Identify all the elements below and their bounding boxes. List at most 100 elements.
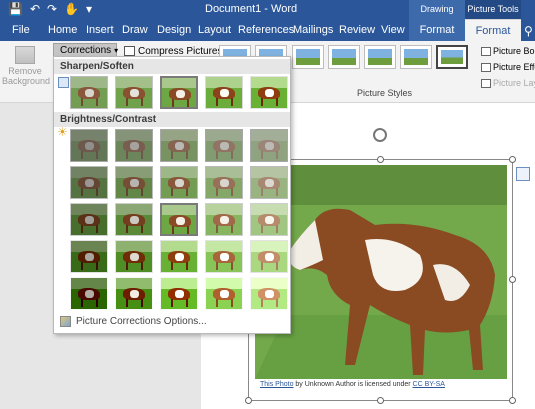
layout-options-icon[interactable] xyxy=(516,167,530,181)
picture-styles-group-label: Picture Styles xyxy=(357,88,413,98)
tab-references[interactable]: References xyxy=(238,24,294,36)
brightness-contrast-option-4-0[interactable] xyxy=(70,277,108,310)
thumb-overlay xyxy=(251,204,287,235)
brightness-contrast-option-3-4[interactable] xyxy=(250,240,288,273)
save-icon[interactable]: 💾 xyxy=(8,2,23,17)
brightness-contrast-option-0-0[interactable] xyxy=(70,129,108,162)
brightness-contrast-option-1-4[interactable] xyxy=(250,166,288,199)
resize-handle-t[interactable] xyxy=(377,156,384,163)
brightness-contrast-option-3-0[interactable] xyxy=(70,240,108,273)
thumb-overlay xyxy=(251,278,287,309)
picture-border-button[interactable]: Picture Bord xyxy=(481,43,535,59)
brightness-contrast-option-2-0[interactable] xyxy=(70,203,108,236)
picture-layout-button[interactable]: Picture Layo xyxy=(481,75,535,91)
thumb-overlay xyxy=(251,241,287,272)
thumb-overlay xyxy=(116,241,152,272)
customize-qat-icon[interactable]: ▾ xyxy=(86,2,92,17)
picture-style-thumb[interactable] xyxy=(328,45,360,69)
picture-corrections-options-label: Picture Corrections Options... xyxy=(76,316,207,327)
picture-style-thumb-selected[interactable] xyxy=(436,45,468,69)
tab-design[interactable]: Design xyxy=(157,24,191,36)
compress-label: Compress Pictures xyxy=(138,45,223,57)
picture-border-label: Picture Bord xyxy=(493,46,535,56)
picture-tools-header: Picture Tools xyxy=(465,0,521,19)
brightness-contrast-option-0-3[interactable] xyxy=(205,129,243,162)
brightness-contrast-option-1-1[interactable] xyxy=(115,166,153,199)
thumb-overlay xyxy=(71,130,107,161)
brightness-contrast-option-2-2[interactable] xyxy=(160,203,198,236)
sharpen-option-0[interactable] xyxy=(70,76,108,109)
resize-handle-br[interactable] xyxy=(509,397,516,404)
resize-handle-tr[interactable] xyxy=(509,156,516,163)
thumb-overlay xyxy=(71,77,107,108)
picture-style-thumb[interactable] xyxy=(364,45,396,69)
photo-link[interactable]: This Photo xyxy=(260,381,293,388)
brightness-contrast-option-0-4[interactable] xyxy=(250,129,288,162)
rotate-handle[interactable] xyxy=(373,128,387,142)
thumb-overlay xyxy=(206,77,242,108)
resize-handle-bl[interactable] xyxy=(245,397,252,404)
thumb-overlay xyxy=(206,278,242,309)
tab-picture-format[interactable]: Format xyxy=(465,19,521,41)
remove-background-icon xyxy=(15,46,35,64)
undo-icon[interactable]: ↶ xyxy=(30,2,40,17)
thumb-overlay xyxy=(71,241,107,272)
remove-background-button[interactable]: Remove Background xyxy=(2,43,50,98)
thumb-overlay xyxy=(116,278,152,309)
thumb-overlay xyxy=(116,167,152,198)
tab-layout[interactable]: Layout xyxy=(198,24,231,36)
brightness-contrast-option-1-3[interactable] xyxy=(205,166,243,199)
compress-icon xyxy=(124,46,135,56)
sharpen-option-1[interactable] xyxy=(115,76,153,109)
brightness-contrast-option-4-3[interactable] xyxy=(205,277,243,310)
brightness-contrast-option-0-1[interactable] xyxy=(115,129,153,162)
thumb-overlay xyxy=(251,77,287,108)
brightness-contrast-option-1-0[interactable] xyxy=(70,166,108,199)
picture-style-thumb[interactable] xyxy=(292,45,324,69)
picture-effects-label: Picture Effe xyxy=(493,62,535,72)
thumb-overlay xyxy=(71,204,107,235)
sharpen-option-2[interactable] xyxy=(160,76,198,109)
picture-layout-icon xyxy=(481,78,491,88)
picture-layout-label: Picture Layo xyxy=(493,78,535,88)
thumb-overlay xyxy=(251,167,287,198)
thumb-overlay xyxy=(116,130,152,161)
tab-draw[interactable]: Draw xyxy=(122,24,148,36)
caption-text: by Unknown Author is licensed under xyxy=(293,381,413,388)
sharpen-soften-header: Sharpen/Soften xyxy=(54,59,290,74)
brightness-contrast-option-2-1[interactable] xyxy=(115,203,153,236)
sharpen-option-4[interactable] xyxy=(250,76,288,109)
thumb-overlay xyxy=(161,241,197,272)
thumb-overlay xyxy=(251,130,287,161)
redo-icon[interactable]: ↷ xyxy=(47,2,57,17)
picture-style-thumb[interactable] xyxy=(400,45,432,69)
brightness-contrast-option-3-1[interactable] xyxy=(115,240,153,273)
brightness-contrast-option-0-2[interactable] xyxy=(160,129,198,162)
brightness-contrast-option-4-4[interactable] xyxy=(250,277,288,310)
brightness-contrast-option-3-3[interactable] xyxy=(205,240,243,273)
tab-drawing-format[interactable]: Format xyxy=(409,19,465,41)
picture-corrections-options-link[interactable]: Picture Corrections Options... xyxy=(60,316,207,327)
resize-handle-b[interactable] xyxy=(377,397,384,404)
tab-review[interactable]: Review xyxy=(339,24,375,36)
picture-effects-button[interactable]: Picture Effe xyxy=(481,59,535,75)
brightness-contrast-option-1-2[interactable] xyxy=(160,166,198,199)
brightness-contrast-option-4-1[interactable] xyxy=(115,277,153,310)
tab-insert[interactable]: Insert xyxy=(86,24,114,36)
tell-me-icon[interactable]: ⚲ xyxy=(524,24,533,38)
brightness-contrast-option-3-2[interactable] xyxy=(160,240,198,273)
ribbon-tab-bar: File Home Insert Draw Design Layout Refe… xyxy=(0,19,535,41)
corrections-dropdown: Sharpen/Soften Brightness/Contrast ☀ Pic… xyxy=(53,56,291,334)
thumb-overlay xyxy=(162,205,196,234)
tab-file[interactable]: File xyxy=(12,24,30,36)
license-link[interactable]: CC BY-SA xyxy=(413,381,445,388)
tab-home[interactable]: Home xyxy=(48,24,77,36)
tab-view[interactable]: View xyxy=(381,24,405,36)
brightness-contrast-option-4-2[interactable] xyxy=(160,277,198,310)
resize-handle-r[interactable] xyxy=(509,276,516,283)
brightness-contrast-option-2-3[interactable] xyxy=(205,203,243,236)
tab-mailings[interactable]: Mailings xyxy=(293,24,333,36)
touch-mode-icon[interactable]: ✋ xyxy=(64,2,79,17)
brightness-contrast-option-2-4[interactable] xyxy=(250,203,288,236)
sharpen-option-3[interactable] xyxy=(205,76,243,109)
